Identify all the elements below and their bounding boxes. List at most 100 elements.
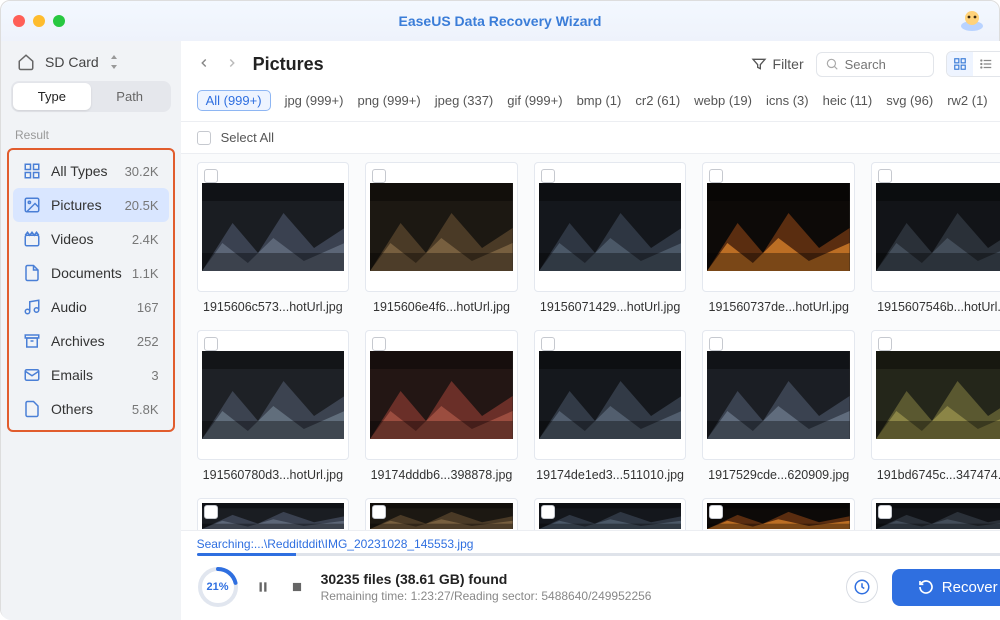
file-thumbnail[interactable]: [702, 330, 855, 460]
format-chip[interactable]: svg (96): [886, 93, 933, 108]
format-chip[interactable]: jpeg (337): [435, 93, 494, 108]
file-thumbnail[interactable]: [197, 498, 350, 530]
format-chip[interactable]: bmp (1): [577, 93, 622, 108]
file-thumbnail[interactable]: [365, 498, 518, 530]
category-label: Documents: [51, 265, 122, 281]
avatar-button[interactable]: [957, 8, 987, 34]
title-bar: EaseUS Data Recovery Wizard: [1, 1, 999, 41]
file-checkbox[interactable]: [878, 337, 892, 351]
close-window-button[interactable]: [13, 15, 25, 27]
file-checkbox[interactable]: [541, 505, 555, 519]
file-thumbnail[interactable]: [702, 162, 855, 292]
file-card[interactable]: [534, 498, 687, 530]
file-card[interactable]: 19174dddb6...398878.jpg: [365, 330, 518, 482]
format-chip[interactable]: heic (11): [823, 93, 873, 108]
file-checkbox[interactable]: [878, 505, 892, 519]
file-checkbox[interactable]: [709, 169, 723, 183]
file-checkbox[interactable]: [878, 169, 892, 183]
format-chip[interactable]: rw2 (1): [947, 93, 987, 108]
format-chip[interactable]: gif (999+): [507, 93, 562, 108]
filter-label: Filter: [773, 56, 804, 72]
format-chip[interactable]: png (999+): [357, 93, 420, 108]
file-checkbox[interactable]: [372, 337, 386, 351]
format-filter-bar: All (999+) jpg (999+) png (999+) jpeg (337)…: [181, 85, 1000, 122]
sidebar-item-pictures[interactable]: Pictures20.5K: [13, 188, 169, 222]
file-thumbnail[interactable]: [871, 162, 1000, 292]
file-checkbox[interactable]: [541, 337, 555, 351]
file-card[interactable]: [702, 498, 855, 530]
search-input[interactable]: [845, 57, 925, 72]
format-chip[interactable]: icns (3): [766, 93, 809, 108]
sidebar-item-archives[interactable]: Archives252: [13, 324, 169, 358]
sidebar-item-videos[interactable]: Videos 2.4K: [13, 222, 169, 256]
file-card[interactable]: 191560780d3...hotUrl.jpg: [197, 330, 350, 482]
stop-button[interactable]: [287, 577, 307, 597]
file-card[interactable]: 19174de1ed3...511010.jpg: [534, 330, 687, 482]
pause-button[interactable]: [253, 577, 273, 597]
file-card[interactable]: 191bd6745c...347474.jpg: [871, 330, 1000, 482]
tab-path[interactable]: Path: [91, 83, 169, 110]
file-checkbox[interactable]: [204, 505, 218, 519]
nav-back-button[interactable]: [197, 54, 211, 75]
minimize-window-button[interactable]: [33, 15, 45, 27]
filter-button[interactable]: Filter: [751, 56, 804, 72]
select-all-row[interactable]: Select All: [181, 122, 1000, 154]
sidebar-item-all[interactable]: All Types30.2K: [13, 154, 169, 188]
tab-type[interactable]: Type: [13, 83, 91, 110]
category-count: 1.1K: [132, 266, 159, 281]
file-card[interactable]: [197, 498, 350, 530]
file-checkbox[interactable]: [204, 337, 218, 351]
file-checkbox[interactable]: [372, 169, 386, 183]
file-thumbnail[interactable]: [365, 162, 518, 292]
file-card[interactable]: [365, 498, 518, 530]
format-chip[interactable]: jpg (999+): [285, 93, 344, 108]
file-checkbox[interactable]: [204, 169, 218, 183]
progress-percent: 21%: [197, 566, 239, 608]
file-checkbox[interactable]: [709, 337, 723, 351]
sidebar-item-audio[interactable]: Audio167: [13, 290, 169, 324]
file-thumbnail[interactable]: [702, 498, 855, 530]
category-count: 167: [137, 300, 159, 315]
thumbnail-image: [707, 503, 850, 529]
sidebar-item-documents[interactable]: Documents 1.1K: [13, 256, 169, 290]
maximize-window-button[interactable]: [53, 15, 65, 27]
nav-forward-button[interactable]: [225, 54, 239, 75]
select-all-checkbox[interactable]: [197, 131, 211, 145]
format-chip[interactable]: webp (19): [694, 93, 752, 108]
file-card[interactable]: 1915606e4f6...hotUrl.jpg: [365, 162, 518, 314]
thumbnail-image: [707, 183, 850, 271]
file-checkbox[interactable]: [372, 505, 386, 519]
file-checkbox[interactable]: [709, 505, 723, 519]
file-card[interactable]: 1915606c573...hotUrl.jpg: [197, 162, 350, 314]
file-thumbnail[interactable]: [197, 330, 350, 460]
view-grid-button[interactable]: [947, 52, 973, 76]
file-card[interactable]: 1915607546b...hotUrl.jpg: [871, 162, 1000, 314]
category-label: Videos: [51, 231, 122, 247]
sidebar-item-others[interactable]: Others5.8K: [13, 392, 169, 426]
source-selector[interactable]: SD Card: [1, 41, 181, 81]
image-icon: [23, 196, 41, 214]
format-chip[interactable]: All (999+): [197, 90, 271, 111]
sidebar-item-emails[interactable]: Emails3: [13, 358, 169, 392]
recover-button[interactable]: Recover: [892, 569, 1000, 606]
file-thumbnail[interactable]: [871, 498, 1000, 530]
file-card[interactable]: [871, 498, 1000, 530]
history-button[interactable]: [846, 571, 878, 603]
format-chip[interactable]: cr2 (61): [635, 93, 680, 108]
file-thumbnail[interactable]: [365, 330, 518, 460]
file-card[interactable]: 191560737de...hotUrl.jpg: [702, 162, 855, 314]
search-box[interactable]: [816, 52, 934, 77]
file-card[interactable]: 1917529cde...620909.jpg: [702, 330, 855, 482]
file-name: 1917529cde...620909.jpg: [702, 468, 855, 482]
category-count: 2.4K: [132, 232, 159, 247]
file-card[interactable]: 19156071429...hotUrl.jpg: [534, 162, 687, 314]
file-thumbnail[interactable]: [871, 330, 1000, 460]
file-thumbnail[interactable]: [197, 162, 350, 292]
file-thumbnail[interactable]: [534, 162, 687, 292]
file-name: 191560780d3...hotUrl.jpg: [197, 468, 350, 482]
file-thumbnail[interactable]: [534, 330, 687, 460]
file-thumbnail[interactable]: [534, 498, 687, 530]
file-checkbox[interactable]: [541, 169, 555, 183]
category-label: Others: [51, 401, 122, 417]
view-list-button[interactable]: [973, 52, 999, 76]
